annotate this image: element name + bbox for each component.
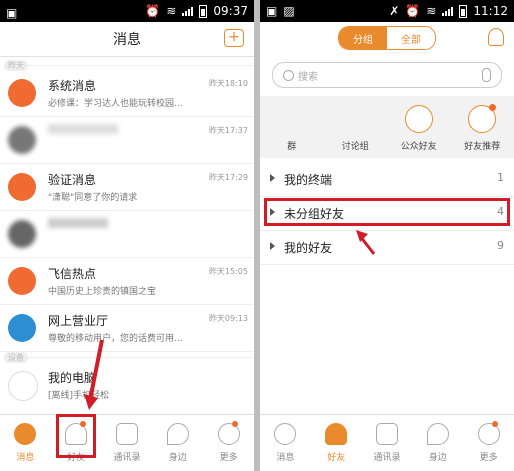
message-item-private[interactable]: 昨天17:37 xyxy=(0,117,254,164)
tab-contacts[interactable]: 通讯录 xyxy=(102,415,153,471)
notification-dot xyxy=(491,421,498,427)
status-time: 11:12 xyxy=(473,4,508,18)
tab-contacts[interactable]: 通讯录 xyxy=(362,415,413,471)
section-label: 昨天 xyxy=(0,59,254,71)
tab-bar: 消息 好友 通讯录 身边 更多 xyxy=(260,414,514,471)
segment-grouped[interactable]: 分组 xyxy=(339,27,387,49)
group-row[interactable]: 我的终端 1 xyxy=(260,162,514,197)
phone-icon xyxy=(115,423,138,445)
notification-dot xyxy=(231,421,238,427)
battery-icon xyxy=(199,4,208,18)
tab-messages[interactable]: 消息 xyxy=(260,415,311,471)
highlight-box xyxy=(56,414,96,458)
tab-nearby[interactable]: 身边 xyxy=(412,415,463,471)
group-toggle: 分组 全部 xyxy=(338,26,436,50)
mic-icon[interactable] xyxy=(482,68,491,82)
friends-screen: ▣ ▨ ✗ ⏰ ≋ 11:12 分组 全部 搜索 群 讨论组 公众好友 好友推荐 xyxy=(260,0,514,471)
quick-group[interactable]: 群 xyxy=(260,96,324,158)
tab-more[interactable]: 更多 xyxy=(203,415,254,471)
messages-screen: ▣ ⏰ ≋ 09:37 消息 + 昨天 系统消息 昨天18:10 必修课：学习达… xyxy=(0,0,254,471)
tab-messages[interactable]: 消息 xyxy=(0,415,51,471)
globe-icon xyxy=(8,267,36,295)
page-title: 消息 xyxy=(113,32,141,48)
alarm-icon: ⏰ xyxy=(405,4,421,18)
speaker-icon xyxy=(8,79,36,107)
status-bar: ▣ ▨ ✗ ⏰ ≋ 11:12 xyxy=(260,0,514,22)
message-item-carrier[interactable]: 网上营业厅 昨天09:13 尊敬的移动用户，您的话费可用... xyxy=(0,305,254,352)
header: 消息 + xyxy=(0,22,254,57)
chat-icon xyxy=(274,423,297,445)
annotation-arrow xyxy=(356,230,376,255)
search-icon xyxy=(283,69,294,81)
notification-icon: ▣ xyxy=(266,4,278,18)
group-row[interactable]: 我的好友 9 xyxy=(260,230,514,265)
message-item-blurred[interactable] xyxy=(0,211,254,258)
tab-bar: 消息 好友 通讯录 身边 更多 xyxy=(0,414,254,471)
user-icon[interactable] xyxy=(488,28,504,46)
image-icon: ▨ xyxy=(283,4,295,18)
tab-nearby[interactable]: 身边 xyxy=(152,415,203,471)
tab-more[interactable]: 更多 xyxy=(463,415,514,471)
wifi-icon: ≋ xyxy=(426,4,437,18)
message-item-system[interactable]: 系统消息 昨天18:10 必修课：学习达人也能玩转校园... xyxy=(0,70,254,117)
annotation-arrow xyxy=(84,339,104,410)
person-icon xyxy=(325,423,348,445)
location-icon xyxy=(166,423,189,445)
speaker-icon xyxy=(8,173,36,201)
china-mobile-logo xyxy=(8,314,36,342)
add-icon[interactable]: + xyxy=(224,29,244,47)
signal-icon xyxy=(182,6,194,16)
mute-icon: ✗ xyxy=(389,4,400,18)
quick-entries: 群 讨论组 公众好友 好友推荐 xyxy=(260,96,514,158)
battery-icon xyxy=(459,4,468,18)
chat-icon xyxy=(14,423,37,445)
highlight-box xyxy=(264,198,510,226)
section-label: 设备 xyxy=(0,351,254,363)
expand-arrow-icon xyxy=(270,242,275,250)
quick-discussion[interactable]: 讨论组 xyxy=(324,96,388,158)
status-bar: ▣ ⏰ ≋ 09:37 xyxy=(0,0,254,22)
alarm-icon: ⏰ xyxy=(145,4,161,18)
avatar xyxy=(8,126,36,154)
avatar xyxy=(8,220,36,248)
message-item-pc[interactable]: 我的电脑 [离线]手机轻松 xyxy=(0,362,254,408)
quick-recommend[interactable]: 好友推荐 xyxy=(451,96,514,158)
quick-public-friends[interactable]: 公众好友 xyxy=(387,96,451,158)
status-time: 09:37 xyxy=(213,4,248,18)
notification-dot xyxy=(489,104,496,111)
star-icon xyxy=(404,105,433,133)
location-icon xyxy=(426,423,449,445)
message-item-verify[interactable]: 验证消息 昨天17:29 "潇聪"同意了你的请求 xyxy=(0,164,254,211)
phone-icon xyxy=(375,423,398,445)
expand-arrow-icon xyxy=(270,174,275,182)
search-input[interactable]: 搜索 xyxy=(272,62,502,88)
signal-icon xyxy=(442,6,454,16)
computer-icon xyxy=(8,371,38,401)
segment-all[interactable]: 全部 xyxy=(387,27,435,49)
message-item-hot[interactable]: 飞信热点 昨天15:05 中国历史上珍贵的镇国之宝 xyxy=(0,258,254,305)
notification-icon: ▣ xyxy=(6,6,18,20)
tab-friends[interactable]: 好友 xyxy=(311,415,362,471)
wifi-icon: ≋ xyxy=(166,4,177,18)
